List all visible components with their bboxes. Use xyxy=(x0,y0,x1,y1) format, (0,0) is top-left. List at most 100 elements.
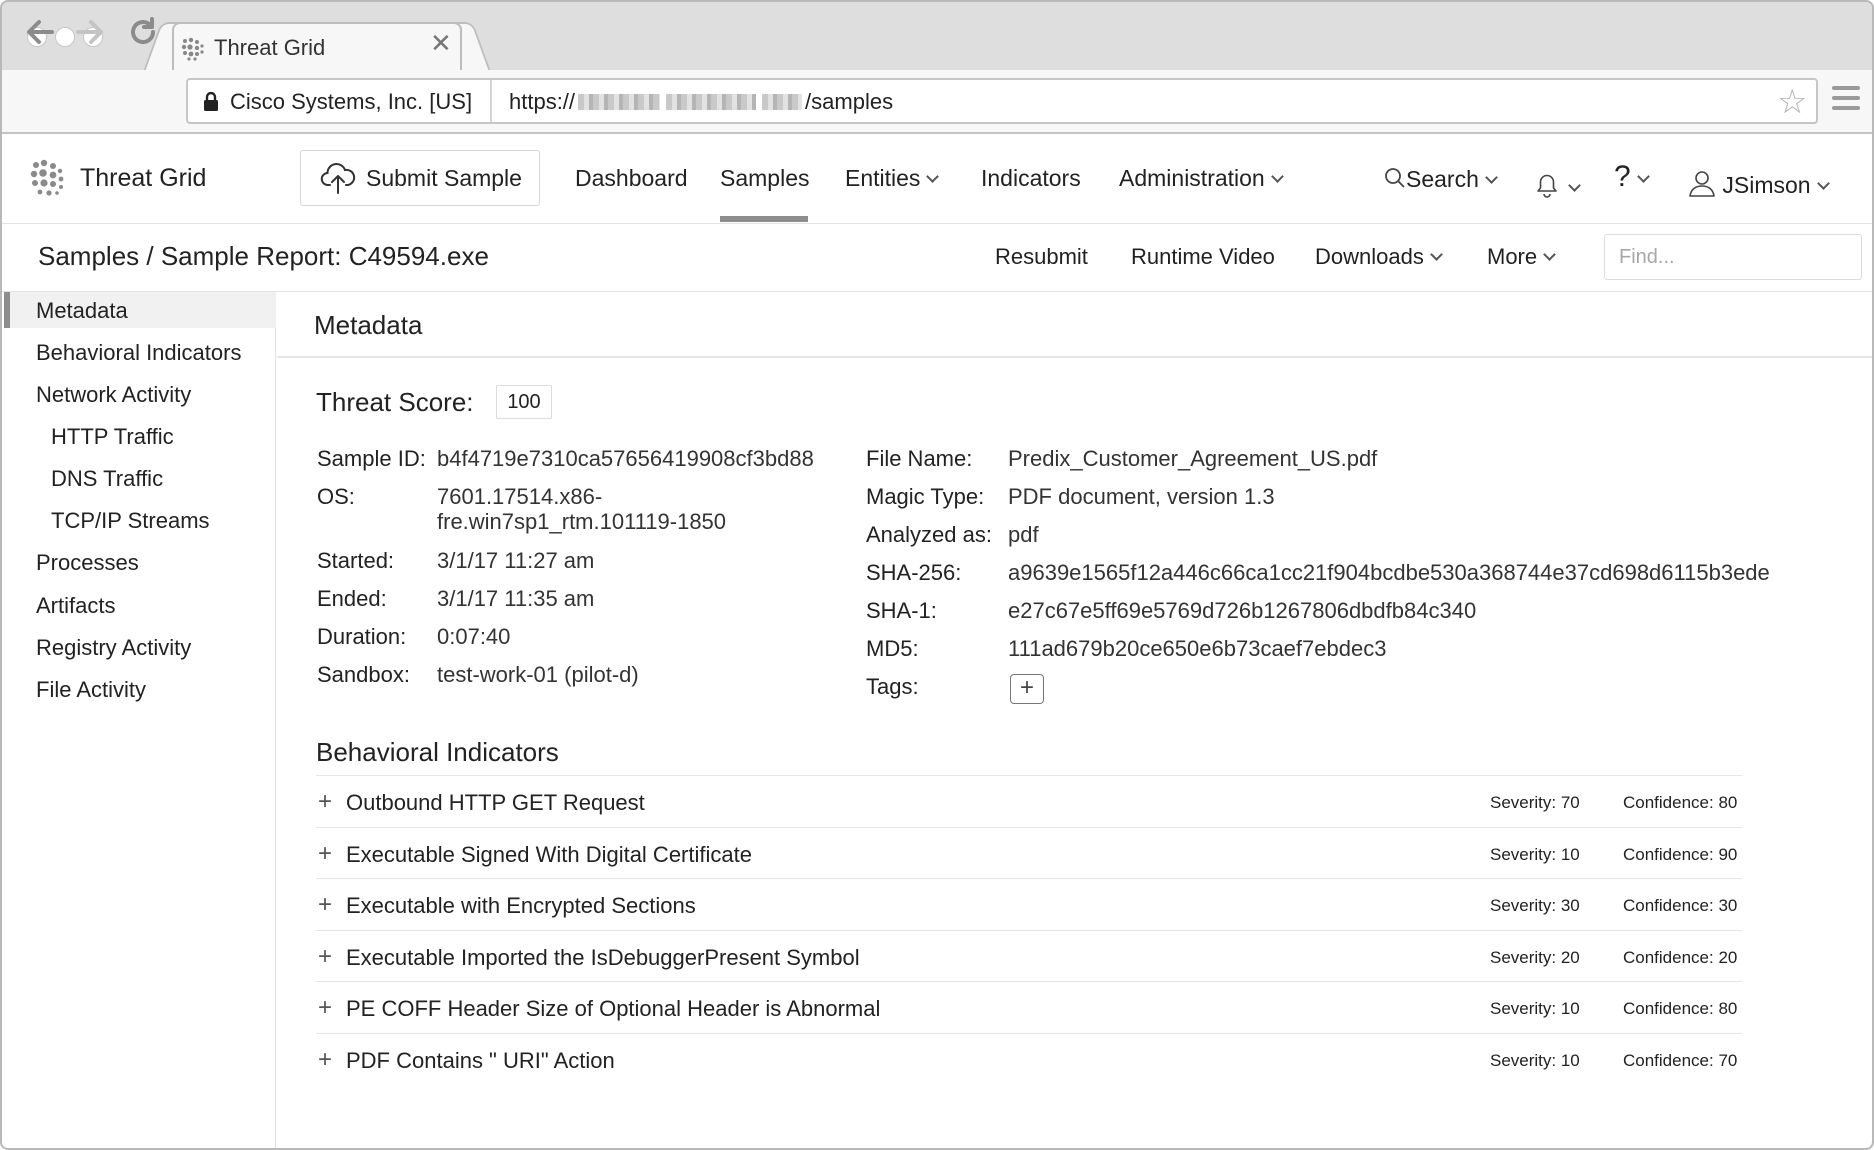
browser-menu-icon[interactable] xyxy=(1832,86,1860,116)
indicator-confidence: Confidence: 90 xyxy=(1623,845,1738,864)
downloads-label: Downloads xyxy=(1315,244,1424,269)
behavioral-indicators-title: Behavioral Indicators xyxy=(316,737,559,767)
file-name-label: File Name: xyxy=(866,446,973,471)
indicator-severity: Severity: 10 xyxy=(1490,845,1580,864)
chevron-down-icon xyxy=(1270,170,1284,183)
back-arrow-icon[interactable] xyxy=(22,14,58,56)
sha1-label: SHA-1: xyxy=(866,598,937,623)
nav-search-label: Search xyxy=(1406,166,1479,192)
chevron-down-icon xyxy=(1816,177,1830,190)
ended-value: 3/1/17 11:35 am xyxy=(437,586,595,611)
threat-score-label: Threat Score: xyxy=(316,387,474,417)
nav-user-menu[interactable]: JSimson xyxy=(1688,165,1830,199)
expand-plus-icon[interactable]: + xyxy=(318,790,332,814)
add-tag-button[interactable]: + xyxy=(1010,674,1044,704)
expand-plus-icon[interactable]: + xyxy=(318,945,332,969)
nav-samples[interactable]: Samples xyxy=(720,165,809,192)
sidebar-item-file-activity[interactable]: File Activity xyxy=(36,677,146,703)
threatgrid-logo-icon[interactable] xyxy=(28,158,68,203)
magic-type-value: PDF document, version 1.3 xyxy=(1008,484,1275,509)
chevron-down-icon xyxy=(1636,170,1650,183)
metadata-panel-header xyxy=(277,292,1872,358)
indicator-name[interactable]: Executable Signed With Digital Certifica… xyxy=(346,842,752,868)
expand-plus-icon[interactable]: + xyxy=(318,842,332,866)
threat-score-value: 100 xyxy=(496,385,552,419)
downloads-dropdown[interactable]: Downloads xyxy=(1315,244,1443,270)
sidebar-item-registry-activity[interactable]: Registry Activity xyxy=(36,635,191,661)
expand-plus-icon[interactable]: + xyxy=(318,1048,332,1072)
indicator-row[interactable]: + Executable Imported the IsDebuggerPres… xyxy=(316,930,1742,982)
os-value-line1: 7601.17514.x86- xyxy=(437,484,603,509)
expand-plus-icon[interactable]: + xyxy=(318,893,332,917)
indicator-row[interactable]: + Executable Signed With Digital Certifi… xyxy=(316,827,1742,879)
submit-sample-label: Submit Sample xyxy=(366,165,522,191)
sidebar-item-artifacts[interactable]: Artifacts xyxy=(36,593,115,619)
url-prefix: https:// xyxy=(509,89,576,114)
indicator-confidence: Confidence: 80 xyxy=(1623,999,1738,1018)
active-nav-indicator xyxy=(720,216,808,222)
indicator-severity: Severity: 20 xyxy=(1490,948,1580,967)
expand-plus-icon[interactable]: + xyxy=(318,996,332,1020)
sidebar-item-http-traffic[interactable]: HTTP Traffic xyxy=(51,424,174,450)
nav-administration[interactable]: Administration xyxy=(1119,165,1284,192)
nav-help[interactable]: ? xyxy=(1614,160,1650,194)
redacted-host-part xyxy=(578,94,661,110)
os-value-line2: fre.win7sp1_rtm.101119-1850 xyxy=(437,509,727,534)
bookmark-star-icon[interactable]: ☆ xyxy=(1777,82,1807,122)
forward-arrow-icon[interactable] xyxy=(72,14,108,56)
user-name: JSimson xyxy=(1722,172,1811,198)
indicator-severity: Severity: 10 xyxy=(1490,999,1580,1018)
tags-label: Tags: xyxy=(866,674,919,699)
tab-title: Threat Grid xyxy=(214,35,326,60)
redacted-host-part xyxy=(666,94,757,110)
started-value: 3/1/17 11:27 am xyxy=(437,548,595,573)
search-icon xyxy=(1385,168,1405,188)
indicator-name[interactable]: PE COFF Header Size of Optional Header i… xyxy=(346,996,880,1022)
find-input[interactable] xyxy=(1604,234,1862,280)
cloud-upload-icon xyxy=(320,161,356,200)
sidebar-item-metadata[interactable]: Metadata xyxy=(36,298,128,324)
resubmit-button[interactable]: Resubmit xyxy=(995,244,1088,270)
threatgrid-favicon-icon xyxy=(180,36,206,67)
app-name[interactable]: Threat Grid xyxy=(80,164,206,193)
runtime-video-button[interactable]: Runtime Video xyxy=(1131,244,1275,270)
certificate-owner[interactable]: Cisco Systems, Inc. [US] xyxy=(230,89,472,115)
bell-icon xyxy=(1537,174,1557,198)
analyzed-as-label: Analyzed as: xyxy=(866,522,992,547)
sidebar-item-network-activity[interactable]: Network Activity xyxy=(36,382,191,408)
sidebar-item-tcpip-streams[interactable]: TCP/IP Streams xyxy=(51,508,210,534)
tab-close-icon[interactable]: ✕ xyxy=(430,30,452,56)
indicator-row[interactable]: + PE COFF Header Size of Optional Header… xyxy=(316,981,1742,1033)
url-text[interactable]: https:// /samples xyxy=(509,89,893,115)
panel-title: Metadata xyxy=(314,310,423,340)
sidebar-item-processes[interactable]: Processes xyxy=(36,550,139,576)
indicator-row[interactable]: + Executable with Encrypted Sections Sev… xyxy=(316,878,1742,930)
indicator-severity: Severity: 10 xyxy=(1490,1051,1580,1070)
chevron-down-icon xyxy=(1543,248,1556,261)
indicator-row[interactable]: + PDF Contains " URI" Action Severity: 1… xyxy=(316,1033,1742,1085)
indicator-name[interactable]: PDF Contains " URI" Action xyxy=(346,1048,615,1074)
nav-indicators[interactable]: Indicators xyxy=(981,165,1081,192)
ended-label: Ended: xyxy=(317,586,387,611)
indicator-name[interactable]: Outbound HTTP GET Request xyxy=(346,790,645,816)
nav-entities[interactable]: Entities xyxy=(845,165,940,192)
more-dropdown[interactable]: More xyxy=(1487,244,1556,270)
sidebar-item-behavioral-indicators[interactable]: Behavioral Indicators xyxy=(36,340,241,366)
url-path: /samples xyxy=(805,89,894,114)
indicator-name[interactable]: Executable with Encrypted Sections xyxy=(346,893,696,919)
indicator-confidence: Confidence: 30 xyxy=(1623,896,1738,915)
sample-id-label: Sample ID: xyxy=(317,446,426,471)
breadcrumb[interactable]: Samples / Sample Report: C49594.exe xyxy=(38,241,489,272)
indicator-row[interactable]: + Outbound HTTP GET Request Severity: 70… xyxy=(316,775,1742,827)
reload-icon[interactable] xyxy=(125,14,161,56)
duration-label: Duration: xyxy=(317,624,407,649)
sidebar-item-dns-traffic[interactable]: DNS Traffic xyxy=(51,466,163,492)
sha256-label: SHA-256: xyxy=(866,560,962,585)
sandbox-value: test-work-01 (pilot-d) xyxy=(437,662,639,687)
nav-search[interactable]: Search xyxy=(1384,165,1498,193)
nav-dashboard[interactable]: Dashboard xyxy=(575,165,688,192)
user-icon xyxy=(1689,171,1715,197)
indicator-name[interactable]: Executable Imported the IsDebuggerPresen… xyxy=(346,945,860,971)
chevron-down-icon xyxy=(1429,248,1443,261)
nav-notifications[interactable] xyxy=(1532,165,1581,201)
